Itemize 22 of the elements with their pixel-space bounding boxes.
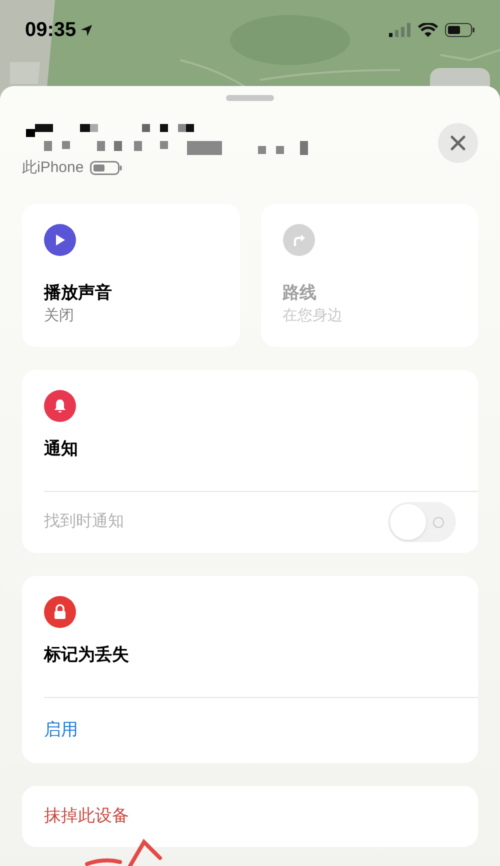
close-icon xyxy=(450,135,466,151)
action-title: 播放声音 xyxy=(44,282,113,304)
lock-icon xyxy=(44,596,76,628)
battery-icon xyxy=(90,161,122,176)
signal-icon xyxy=(389,23,411,37)
action-subtitle: 关闭 xyxy=(44,306,75,326)
action-card[interactable]: 播放声音 关闭 xyxy=(22,204,240,346)
location-icon xyxy=(80,24,94,36)
enable-link[interactable]: 启用 xyxy=(44,717,78,743)
device-subtitle: 此iPhone xyxy=(22,158,84,178)
battery-icon xyxy=(445,23,475,37)
wifi-icon xyxy=(418,23,438,37)
erase-button[interactable]: 抹掉此设备 xyxy=(22,786,478,846)
option-label: 找到时通知 xyxy=(44,512,124,532)
section-title: 通知 xyxy=(44,438,79,460)
drag-handle[interactable] xyxy=(226,95,274,101)
play-icon xyxy=(44,224,76,256)
close-button[interactable] xyxy=(438,123,478,163)
bell-icon xyxy=(44,390,76,422)
section-title: 标记为丢失 xyxy=(44,644,130,666)
action-title: 路线 xyxy=(282,282,318,304)
status-time: 09:35 xyxy=(25,18,76,43)
